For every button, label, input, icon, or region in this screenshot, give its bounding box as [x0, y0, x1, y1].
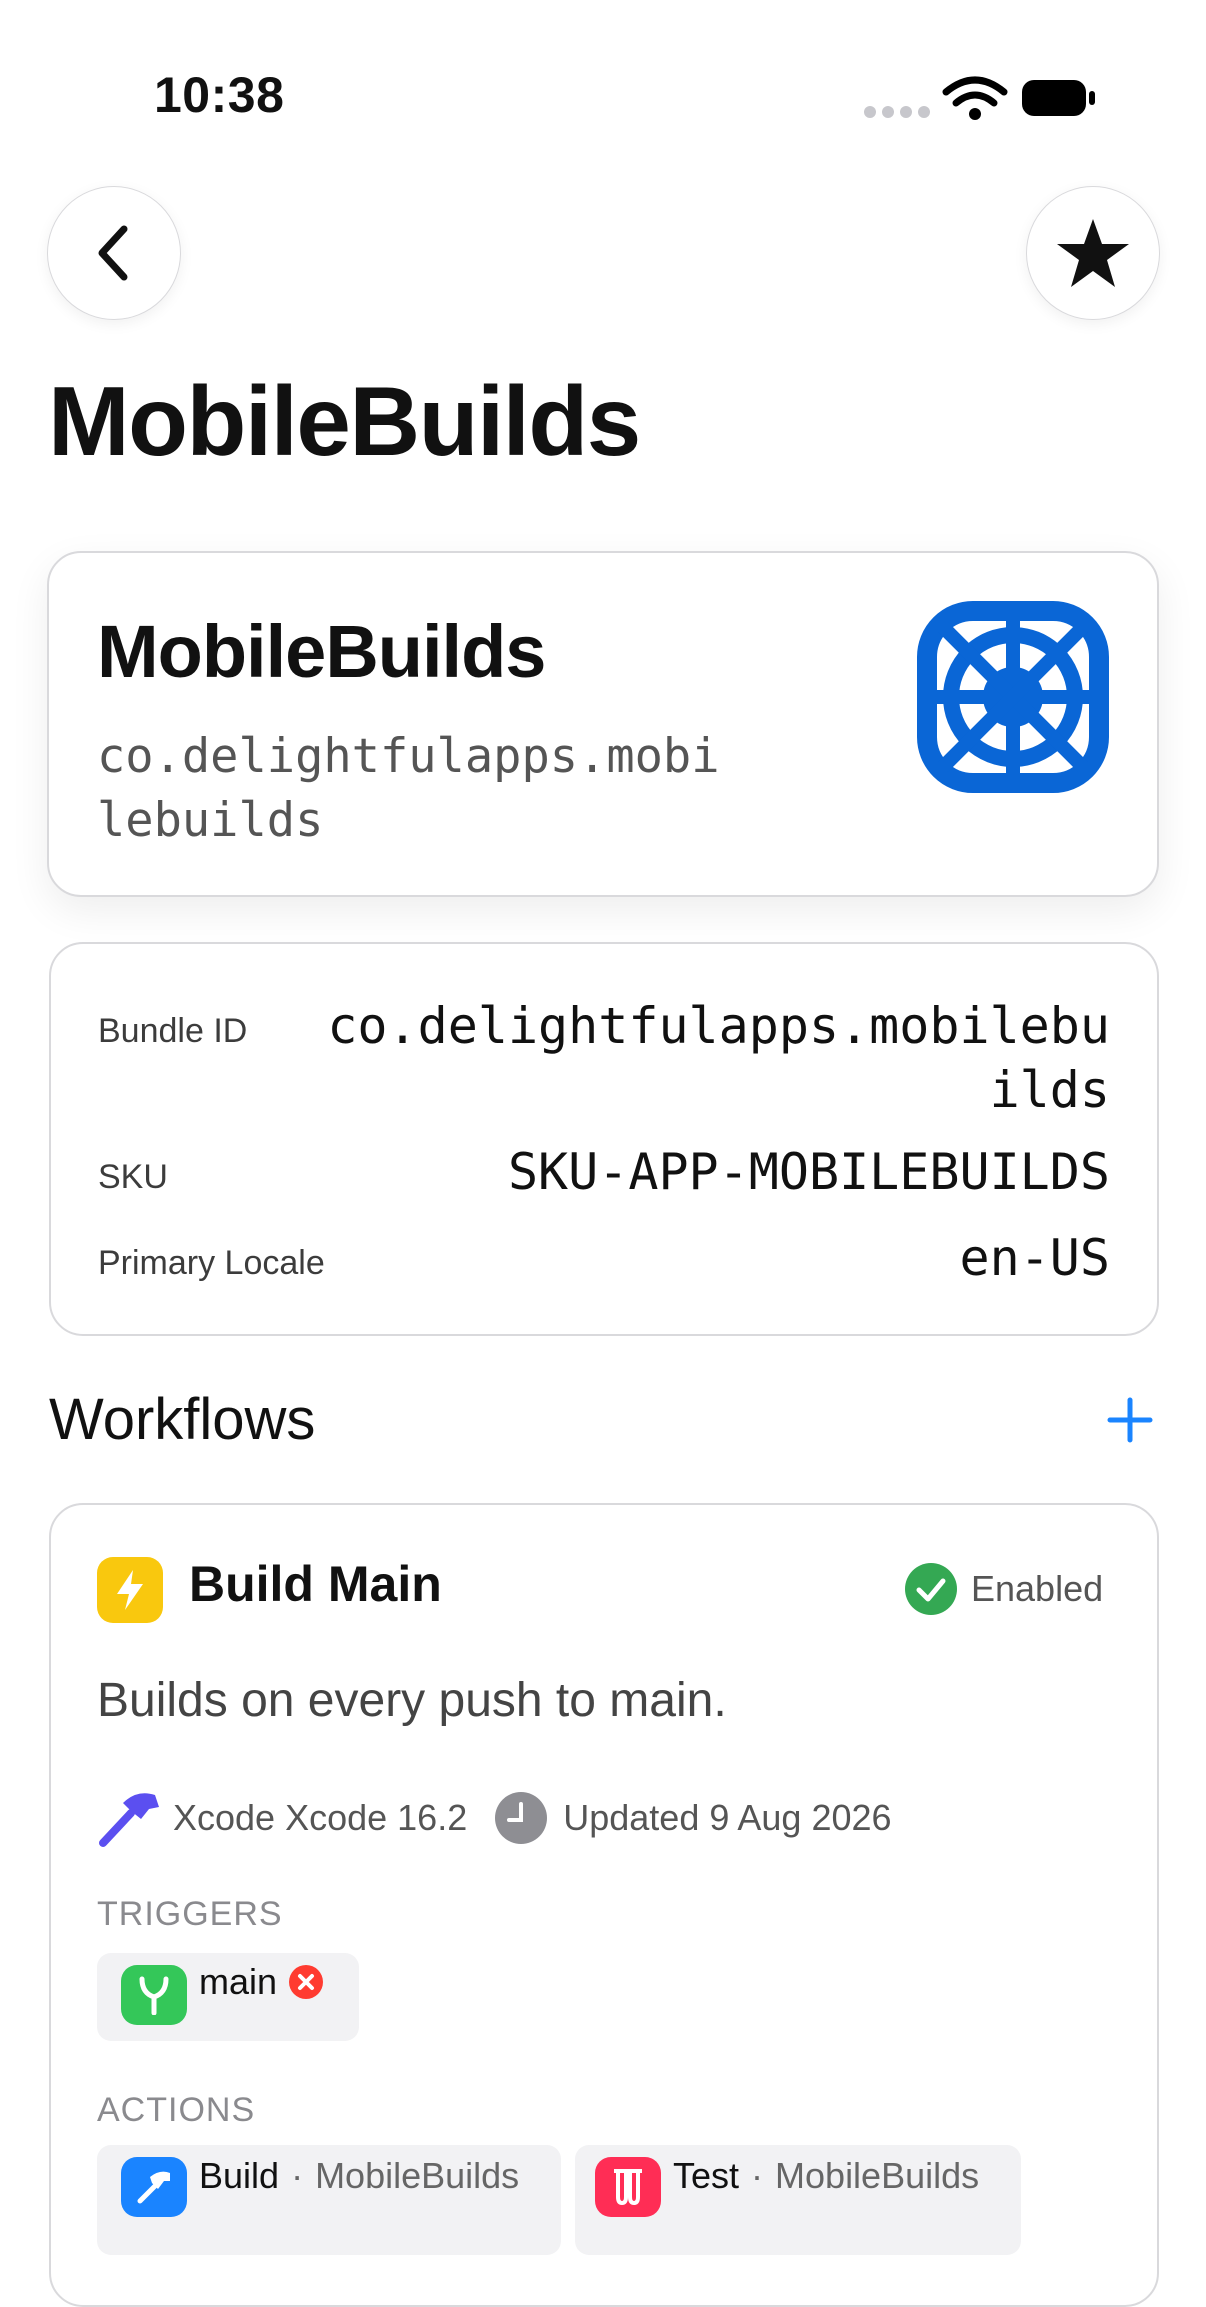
info-label-sku: SKU	[98, 1158, 168, 1196]
cellular-signal-icon	[864, 106, 930, 118]
info-label-bundle-id: Bundle ID	[98, 1012, 248, 1050]
workflow-meta: Xcode Xcode 16.2 Updated 9 Aug 2026	[97, 1787, 892, 1849]
bolt-icon	[97, 1557, 163, 1623]
test-tubes-icon	[595, 2157, 661, 2217]
branch-icon	[121, 1965, 187, 2025]
hammer-icon	[121, 2157, 187, 2217]
status-time: 10:38	[154, 67, 285, 123]
info-label-locale: Primary Locale	[98, 1244, 325, 1282]
info-value-sku: SKU-APP-MOBILEBUILDS	[507, 1143, 1110, 1201]
app-info-card: Bundle ID co.delightfulapps.mobilebuilds…	[49, 942, 1159, 1336]
workflow-xcode-version: Xcode Xcode 16.2	[173, 1797, 468, 1838]
workflow-status-badge: Enabled	[905, 1563, 1103, 1615]
action-chip-build[interactable]: Build · MobileBuilds	[97, 2145, 561, 2255]
action-test-target: MobileBuilds	[775, 2155, 980, 2196]
page-title: MobileBuilds	[48, 366, 641, 476]
triggers-label: TRIGGERS	[97, 1895, 283, 1933]
workflow-description: Builds on every push to main.	[97, 1674, 727, 1727]
action-chip-test[interactable]: Test · MobileBuilds	[575, 2145, 1021, 2255]
workflow-card[interactable]: Build Main Enabled Builds on every push …	[49, 1503, 1159, 2307]
info-value-locale: en-US	[959, 1229, 1110, 1287]
favorite-button[interactable]	[1026, 186, 1160, 320]
workflow-status-text: Enabled	[971, 1568, 1104, 1609]
add-workflow-button[interactable]	[1104, 1394, 1156, 1446]
chevron-left-icon	[98, 225, 128, 281]
star-icon	[1057, 219, 1129, 287]
workflow-name: Build Main	[189, 1556, 442, 1612]
trigger-branch-name: main	[199, 1961, 278, 2002]
app-name: MobileBuilds	[97, 610, 546, 693]
status-icons	[860, 74, 1100, 124]
app-icon	[917, 601, 1109, 793]
info-value-bundle-id: co.delightfulapps.mobilebuilds	[327, 997, 1110, 1119]
battery-icon	[1022, 80, 1086, 116]
hammer-icon	[99, 1793, 159, 1847]
wifi-icon	[942, 76, 1008, 107]
back-button[interactable]	[47, 186, 181, 320]
checkmark-circle-icon	[905, 1563, 957, 1615]
action-test-name: Test	[673, 2155, 740, 2196]
action-build-target: MobileBuilds	[315, 2155, 520, 2196]
clock-icon	[495, 1792, 548, 1844]
app-header-card: MobileBuilds co.delightfulapps.mobilebui…	[47, 551, 1159, 897]
app-bundle-id: co.delightfulapps.mobilebuilds	[97, 729, 720, 848]
error-x-icon	[289, 1965, 324, 1999]
workflows-section-title: Workflows	[49, 1387, 316, 1452]
trigger-chip[interactable]: main	[97, 1953, 359, 2041]
workflow-updated-date: Updated 9 Aug 2026	[563, 1797, 892, 1838]
actions-label: ACTIONS	[97, 2091, 256, 2129]
action-build-name: Build	[199, 2155, 280, 2196]
plus-icon	[1107, 1397, 1153, 1443]
